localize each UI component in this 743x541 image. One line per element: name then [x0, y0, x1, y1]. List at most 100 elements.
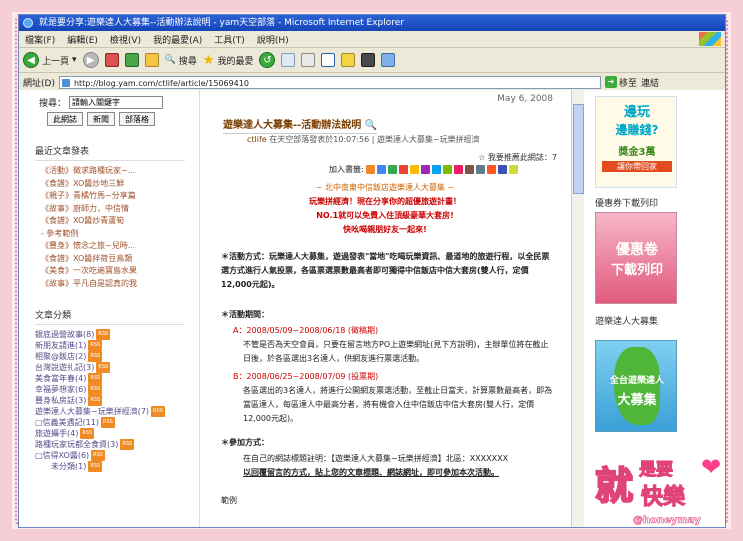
go-button[interactable]: ➜ 移至: [604, 76, 637, 89]
author-link[interactable]: ctlife: [247, 135, 267, 144]
list-item[interactable]: 銀底過營故事(8) RSS: [29, 329, 199, 340]
home-button[interactable]: [144, 53, 159, 67]
bookmark-icon[interactable]: [497, 165, 507, 174]
list-item[interactable]: 《美食》一次吃遍寶島水果: [29, 265, 199, 278]
list-item[interactable]: 遊樂達人大募集~玩樂拼經濟(7) RSS: [29, 406, 199, 417]
post-title[interactable]: 遊樂達人大募集--活動辦法說明 🔍: [223, 116, 378, 134]
links-label[interactable]: 連結: [641, 76, 659, 89]
rss-icon[interactable]: RSS: [151, 406, 165, 417]
rss-icon[interactable]: RSS: [96, 329, 111, 340]
discuss-button[interactable]: [341, 53, 356, 67]
stop-button[interactable]: [104, 53, 119, 67]
list-item[interactable]: ▢信義美遇記(11) RSS: [29, 417, 199, 428]
chevron-down-icon: ▾: [72, 55, 77, 65]
bookmark-icon[interactable]: [475, 165, 485, 174]
list-item[interactable]: - 參考範例: [29, 228, 199, 241]
bookmark-icon[interactable]: [431, 165, 441, 174]
list-item[interactable]: 旅遊攝手(4) RSS: [29, 428, 199, 439]
bookmark-icon[interactable]: [453, 165, 463, 174]
print-button[interactable]: [301, 53, 316, 67]
list-item[interactable]: 幸福夢想家(6) RSS: [29, 384, 199, 395]
bookmark-icon[interactable]: [376, 165, 386, 174]
research-button[interactable]: [381, 53, 396, 67]
title-bar: 就是要分享:遊樂達人大募集--活動辦法說明 - yam天空部落 - Micros…: [19, 15, 725, 31]
category-label: 豐身私房話(3): [35, 396, 87, 405]
rss-icon[interactable]: RSS: [91, 450, 105, 461]
category-label: 銀底過營故事(8): [35, 330, 95, 339]
join-text-2-content: 以回覆留言的方式，貼上您的文章標題、網誌網址，即可參加本次活動。: [243, 468, 499, 477]
period-title-text: ＊活動期間：: [221, 310, 269, 319]
list-item[interactable]: 美食當年春(4) RSS: [29, 373, 199, 384]
back-arrow-icon: ◀: [23, 52, 39, 68]
recommend-link[interactable]: ☆ 我要推薦此網誌：7: [478, 152, 557, 163]
rss-icon[interactable]: RSS: [88, 461, 103, 472]
this-blog-button[interactable]: 此網誌: [47, 112, 83, 126]
rss-icon[interactable]: RSS: [88, 351, 103, 362]
category-label: 新朋友請進(1): [35, 341, 87, 350]
menu-file[interactable]: 檔案(F): [25, 33, 55, 46]
menu-bar: 檔案(F) 編輯(E) 檢視(V) 我的最愛(A) 工具(T) 說明(H): [19, 31, 725, 48]
rss-icon[interactable]: RSS: [120, 439, 135, 450]
period-a-label: A：2008/05/09~2008/06/18 (徵稿期): [233, 326, 379, 335]
forward-button[interactable]: ▶: [82, 52, 99, 68]
favorites-label: 我的最愛: [217, 56, 254, 67]
list-item[interactable]: 《豐身》懷念之旅~兒時...: [29, 240, 199, 253]
address-input[interactable]: http://blog.yam.com/ctlife/article/15069…: [58, 75, 601, 89]
edit-button[interactable]: [321, 53, 336, 67]
menu-view[interactable]: 檢視(V): [110, 33, 141, 46]
menu-favorites[interactable]: 我的最愛(A): [153, 33, 202, 46]
search-button[interactable]: 🔍 搜尋: [165, 54, 197, 67]
blogs-button[interactable]: 部落格: [119, 112, 155, 126]
list-item[interactable]: 《故事》廚師力，中信情: [29, 203, 199, 216]
list-item[interactable]: 《食譜》XO醬炒青蘆筍: [29, 215, 199, 228]
rss-icon[interactable]: RSS: [100, 417, 115, 428]
coupon-ad[interactable]: 優惠卷 下載列印: [595, 212, 677, 304]
menu-edit[interactable]: 編輯(E): [67, 33, 98, 46]
list-item[interactable]: 相聚@飯店(2) RSS: [29, 351, 199, 362]
bookmark-icon[interactable]: [508, 165, 518, 174]
ie-logo-icon: [23, 18, 33, 28]
messenger-button[interactable]: [361, 53, 376, 67]
list-item[interactable]: 新朋友請進(1) RSS: [29, 340, 199, 351]
rss-icon[interactable]: RSS: [88, 395, 103, 406]
bookmark-icon[interactable]: [409, 165, 419, 174]
list-item[interactable]: 《活動》徵求路種玩家~...: [29, 165, 199, 178]
bookmark-icon[interactable]: [442, 165, 452, 174]
favorites-button[interactable]: ★ 我的最愛: [203, 53, 254, 68]
rss-icon[interactable]: RSS: [88, 384, 103, 395]
menu-tools[interactable]: 工具(T): [214, 33, 245, 46]
bookmark-icon[interactable]: [464, 165, 474, 174]
list-item[interactable]: 《親子》青橘竹馬~分享篇: [29, 190, 199, 203]
back-button[interactable]: ◀ 上一頁 ▾: [23, 52, 77, 68]
menu-help[interactable]: 說明(H): [257, 33, 289, 46]
list-item[interactable]: 未分類(1) RSS: [29, 461, 199, 472]
rss-icon[interactable]: RSS: [88, 340, 103, 351]
scrollbar-thumb[interactable]: [573, 104, 584, 194]
refresh-button[interactable]: [124, 53, 139, 67]
bookmark-icon[interactable]: [365, 165, 375, 174]
earn-money-ad[interactable]: 邊玩 邊賺錢? 獎金3萬 讓你帶回家: [595, 96, 677, 188]
rss-icon[interactable]: RSS: [96, 362, 111, 373]
list-item[interactable]: 台灣說遊扎記(3) RSS: [29, 362, 199, 373]
list-item[interactable]: 《食譜》XO醬炒地三鮮: [29, 178, 199, 191]
address-label: 網址(D): [23, 78, 55, 89]
keyword-input[interactable]: [69, 96, 164, 109]
bookmark-icon[interactable]: [420, 165, 430, 174]
list-item[interactable]: 《故事》平凡自是認真的我: [29, 278, 199, 291]
list-item[interactable]: ▢信得XO醬(6) RSS: [29, 450, 199, 461]
history-button[interactable]: ↺: [259, 52, 276, 68]
bookmark-icon[interactable]: [398, 165, 408, 174]
rss-icon[interactable]: RSS: [88, 373, 103, 384]
rss-icon[interactable]: RSS: [80, 428, 95, 439]
mail-button[interactable]: [281, 53, 296, 67]
bookmark-icon[interactable]: [387, 165, 397, 174]
join-title: ＊參加方式：: [221, 436, 553, 450]
news-button[interactable]: 新聞: [87, 112, 115, 126]
contest-ad[interactable]: 全台遊樂達人 大募集: [595, 340, 677, 432]
contest-title: 遊樂達人大募集: [595, 317, 659, 327]
list-item[interactable]: 豐身私房話(3) RSS: [29, 395, 199, 406]
vertical-scrollbar[interactable]: [571, 90, 584, 527]
list-item[interactable]: 《食譜》XO醬拌荷豆鳥類: [29, 253, 199, 266]
list-item[interactable]: 路種玩家玩都全食資(3) RSS: [29, 439, 199, 450]
bookmark-icon[interactable]: [486, 165, 496, 174]
